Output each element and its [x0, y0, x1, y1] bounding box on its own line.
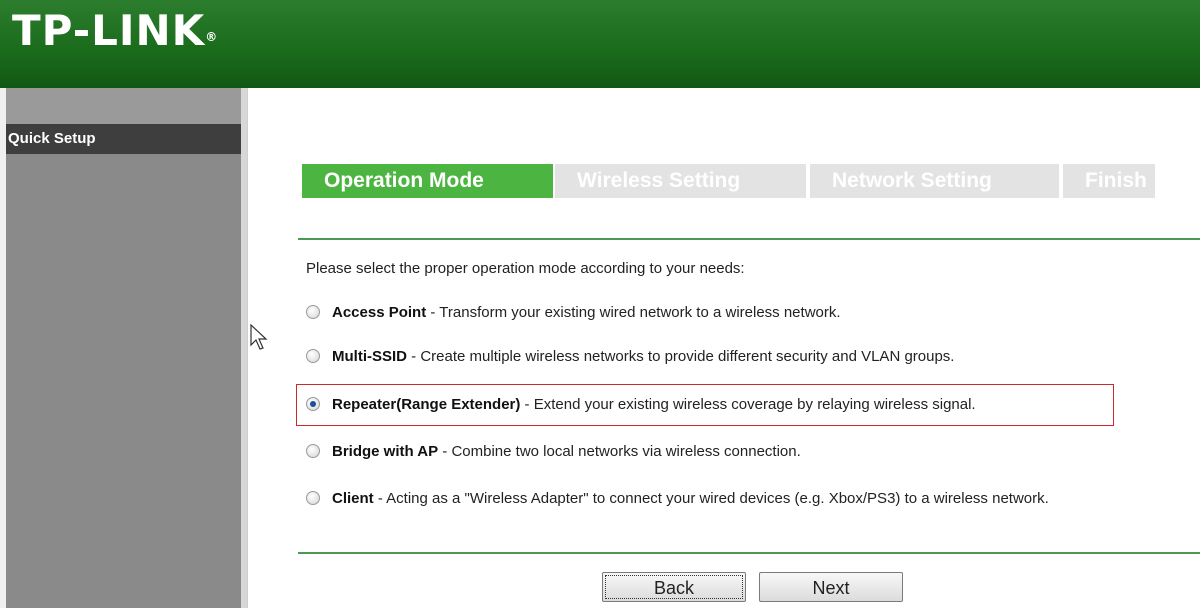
tp-link-logo: TP-LINK® — [12, 6, 219, 55]
radio-repeater[interactable] — [306, 397, 320, 412]
option-desc: - Extend your existing wireless coverage… — [520, 396, 976, 413]
radio-multi-ssid[interactable] — [306, 349, 320, 364]
radio-bridge-with-ap[interactable] — [306, 444, 320, 459]
tab-operation-mode: Operation Mode — [302, 164, 553, 198]
next-button[interactable]: Next — [759, 572, 903, 602]
bottom-divider — [298, 552, 1200, 554]
option-bridge-with-ap[interactable]: Bridge with AP - Combine two local netwo… — [306, 441, 801, 463]
option-title: Bridge with AP — [332, 443, 439, 460]
tab-wireless-setting: Wireless Setting — [555, 164, 806, 198]
tab-network-setting: Network Setting — [810, 164, 1059, 198]
option-repeater[interactable]: Repeater(Range Extender) - Extend your e… — [306, 394, 976, 416]
page-left-edge — [0, 88, 6, 608]
option-desc: - Transform your existing wired network … — [426, 304, 841, 321]
option-multi-ssid[interactable]: Multi-SSID - Create multiple wireless ne… — [306, 346, 954, 368]
mouse-pointer-icon — [250, 324, 268, 350]
top-divider — [298, 238, 1200, 240]
option-access-point[interactable]: Access Point - Transform your existing w… — [306, 302, 841, 324]
sidebar-item-quick-setup[interactable]: Quick Setup — [0, 124, 241, 154]
back-button[interactable]: Back — [602, 572, 746, 602]
option-title: Repeater(Range Extender) — [332, 396, 521, 413]
intro-text: Please select the proper operation mode … — [306, 260, 745, 277]
option-title: Multi-SSID — [332, 348, 407, 365]
option-desc: - Acting as a "Wireless Adapter" to conn… — [373, 490, 1049, 507]
option-title: Client — [332, 490, 374, 507]
sidebar: Quick Setup — [0, 88, 247, 608]
radio-client[interactable] — [306, 491, 320, 506]
option-title: Access Point — [332, 304, 427, 321]
tab-finish: Finish — [1063, 164, 1155, 198]
sidebar-top-strip — [0, 88, 241, 124]
radio-access-point[interactable] — [306, 305, 320, 320]
header-bar: TP-LINK® — [0, 0, 1200, 88]
option-desc: - Create multiple wireless networks to p… — [407, 348, 955, 365]
option-client[interactable]: Client - Acting as a "Wireless Adapter" … — [306, 488, 1049, 510]
main-panel: Operation Mode Wireless Setting Network … — [247, 88, 1200, 608]
option-desc: - Combine two local networks via wireles… — [438, 443, 801, 460]
